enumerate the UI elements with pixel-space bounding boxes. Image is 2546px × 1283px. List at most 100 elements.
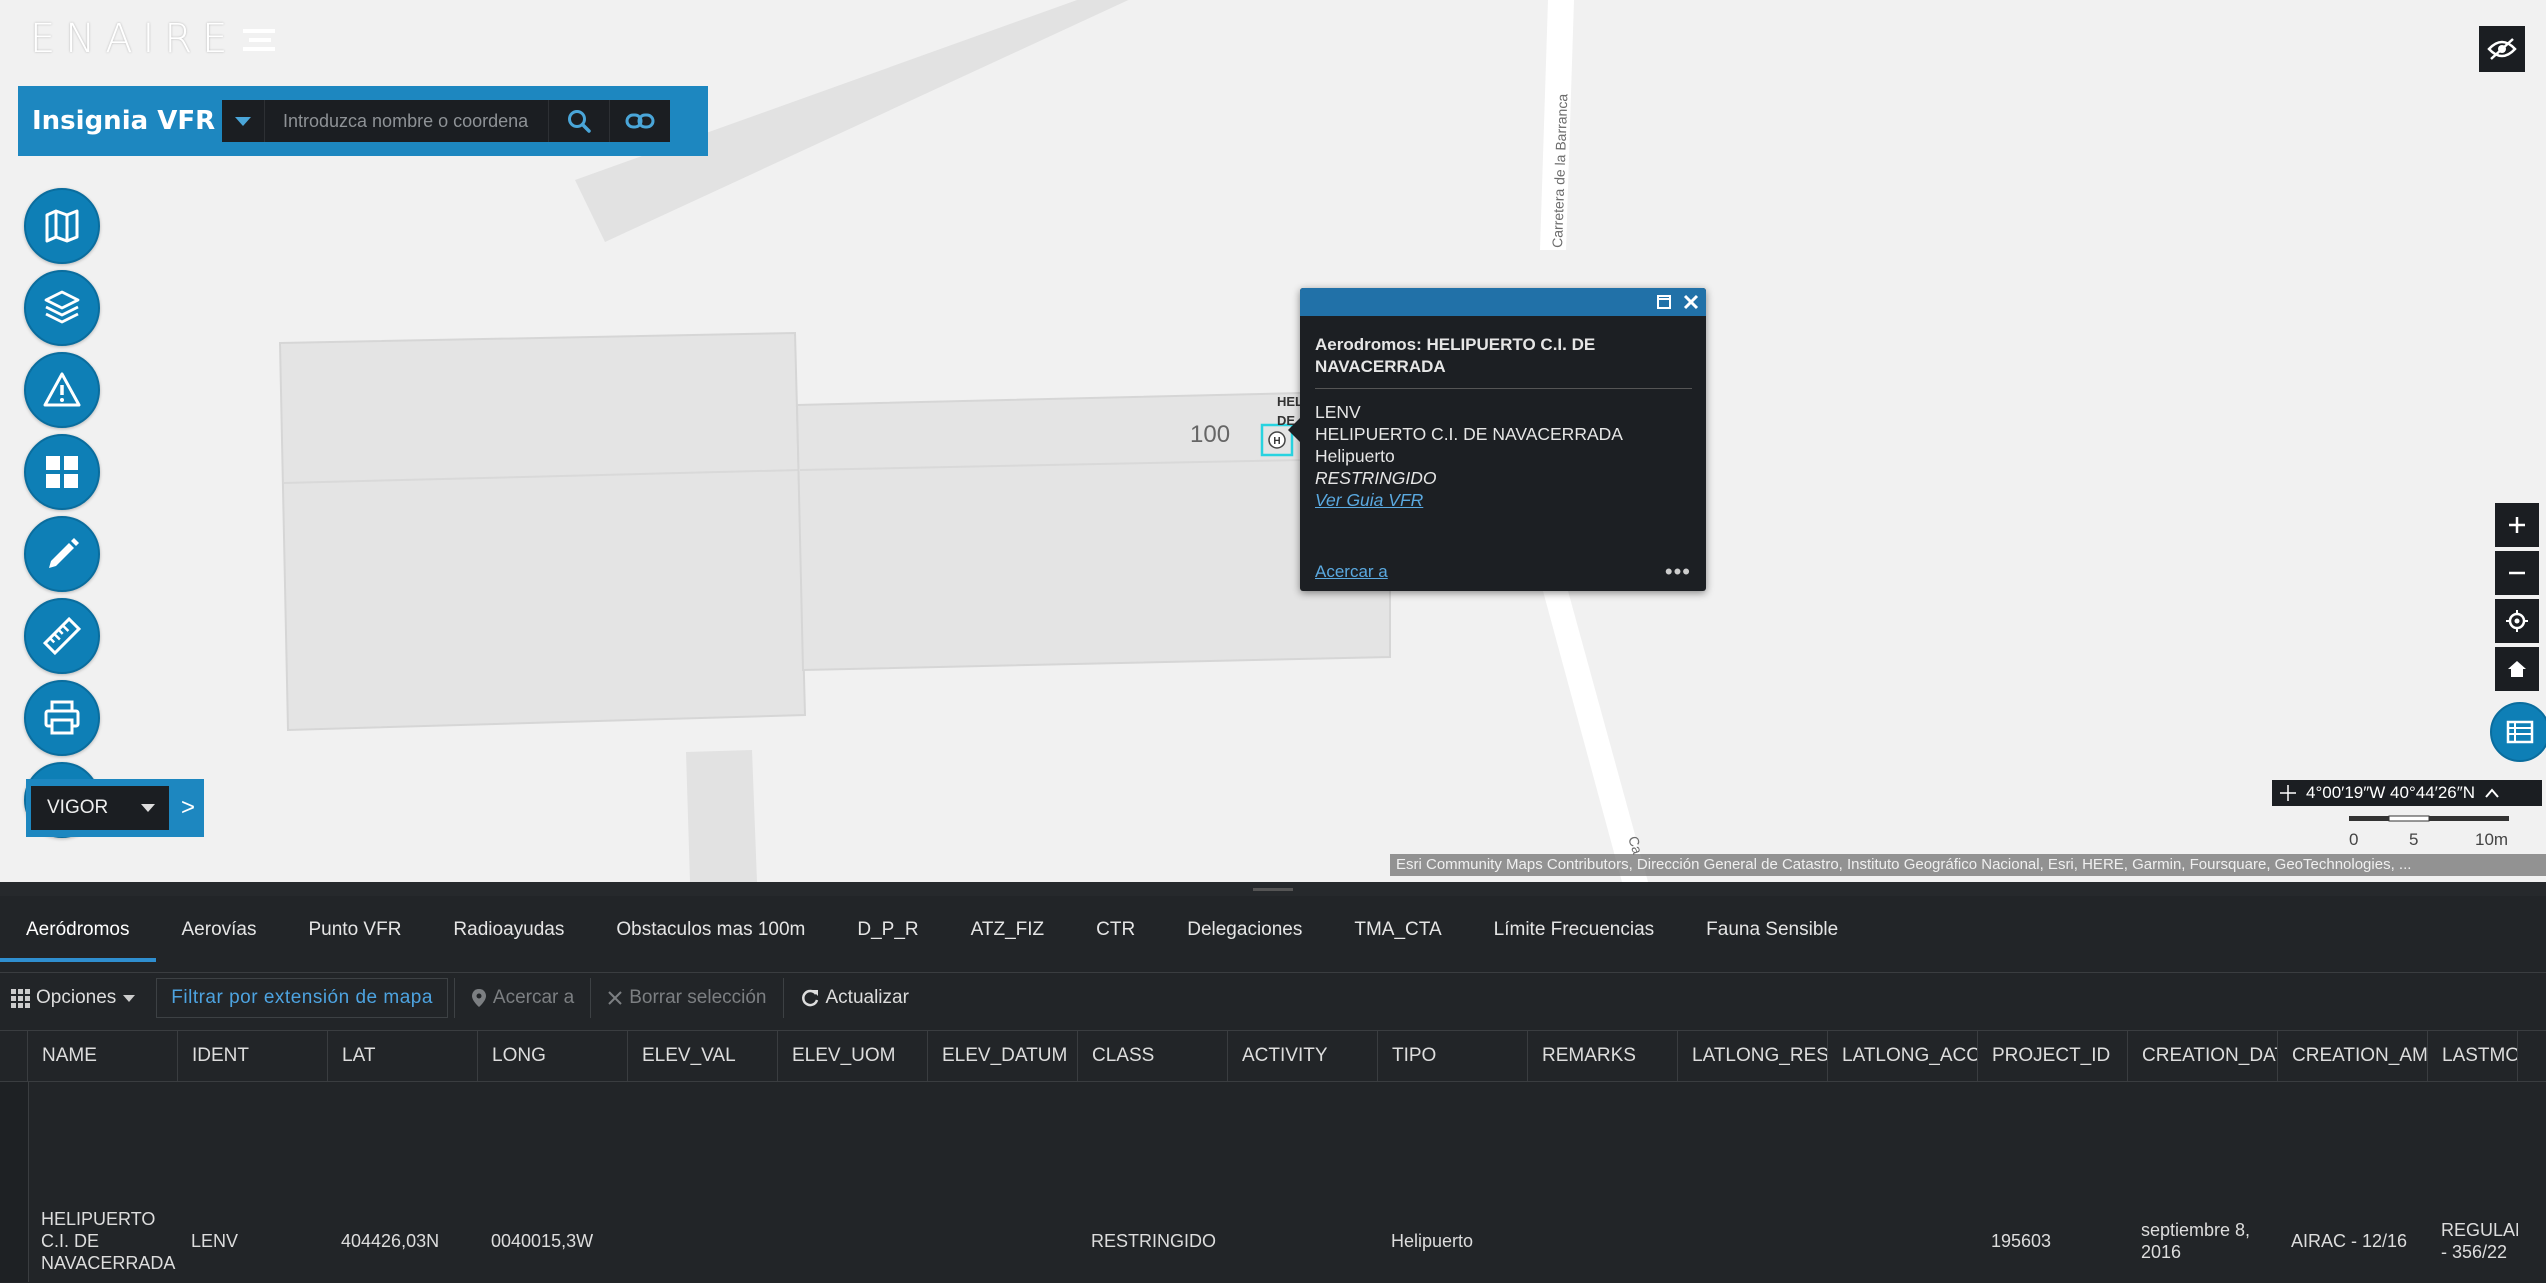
locate-icon xyxy=(2506,610,2528,632)
notam-tool-button[interactable] xyxy=(24,352,100,428)
options-menu[interactable]: Opciones xyxy=(0,979,146,1017)
toggle-visibility-button[interactable] xyxy=(2479,26,2525,72)
column-header-elev-val[interactable]: ELEV_VAL xyxy=(628,1031,778,1081)
column-header-creation-am[interactable]: CREATION_AM xyxy=(2278,1031,2428,1081)
tab-aer-dromos[interactable]: Aeródromos xyxy=(0,914,156,962)
table-toolbar: Opciones Filtrar por extensión de mapa A… xyxy=(0,972,2546,1023)
vigor-panel: VIGOR > xyxy=(26,779,204,837)
column-header-lastmod[interactable]: LASTMOD xyxy=(2428,1031,2518,1081)
layers-tool-button[interactable] xyxy=(24,270,100,346)
popup-ident: LENV xyxy=(1315,402,1361,422)
share-link-button[interactable] xyxy=(609,100,670,142)
table-icon xyxy=(2506,720,2534,744)
filter-by-extent-button[interactable]: Filtrar por extensión de mapa xyxy=(156,978,448,1018)
draw-tool-button[interactable] xyxy=(24,516,100,592)
pencil-icon xyxy=(49,538,79,568)
home-icon xyxy=(2508,661,2526,677)
column-header-tipo[interactable]: TIPO xyxy=(1378,1031,1528,1081)
column-header-latlong-acc[interactable]: LATLONG_ACC xyxy=(1828,1031,1978,1081)
measure-tool-button[interactable] xyxy=(24,598,100,674)
link-icon xyxy=(625,113,655,129)
column-header-name[interactable]: NAME xyxy=(28,1031,178,1081)
cell-project-id: 195603 xyxy=(1991,1231,2052,1251)
maximize-icon[interactable] xyxy=(1656,294,1672,310)
logo-text: ENAIRE xyxy=(30,16,238,62)
clear-selection-label: Borrar selección xyxy=(629,987,767,1008)
zoom-to-link[interactable]: Acercar a xyxy=(1315,562,1388,582)
coordinate-readout[interactable]: 4°00′19″W 40°44′26″N xyxy=(2272,780,2542,806)
cell-elev-val xyxy=(628,1200,778,1282)
zoom-in-button[interactable] xyxy=(2495,503,2539,547)
column-header-latlong-res[interactable]: LATLONG_RES xyxy=(1678,1031,1828,1081)
map-view[interactable]: H HEL DE 100 Carretera de la Barranca Ca… xyxy=(0,0,2546,882)
plus-icon xyxy=(2509,517,2525,533)
column-header-activity[interactable]: ACTIVITY xyxy=(1228,1031,1378,1081)
basemap-tool-button[interactable] xyxy=(24,188,100,264)
grid-body: HELIPUERTO C.I. DE NAVACERRADA LENV 404426… xyxy=(0,1082,2546,1282)
cell-activity xyxy=(1228,1200,1378,1282)
print-tool-button[interactable] xyxy=(24,680,100,756)
column-header-creation-dat[interactable]: CREATION_DAT xyxy=(2128,1031,2278,1081)
search-source-dropdown[interactable] xyxy=(222,100,264,142)
zoom-out-button[interactable] xyxy=(2495,551,2539,595)
map-icon xyxy=(45,209,79,243)
logo-mark-icon xyxy=(243,29,276,51)
feature-popup: Aerodromos: HELIPUERTO C.I. DE NAVACERRA… xyxy=(1288,288,1706,591)
vigor-next-button[interactable]: > xyxy=(181,794,195,822)
search-input[interactable] xyxy=(264,100,548,142)
column-header-lat[interactable]: LAT xyxy=(328,1031,478,1081)
refresh-button[interactable]: Actualizar xyxy=(790,979,919,1017)
search-icon xyxy=(568,110,591,133)
tab-radioayudas[interactable]: Radioayudas xyxy=(427,914,590,958)
tab-delegaciones[interactable]: Delegaciones xyxy=(1161,914,1328,958)
scale-bar: 0 5 10m xyxy=(2345,812,2515,852)
table-row[interactable]: HELIPUERTO C.I. DE NAVACERRADA LENV 404426… xyxy=(0,1200,2518,1282)
popup-type: Helipuerto xyxy=(1315,446,1395,466)
popup-title: Aerodromos: HELIPUERTO C.I. DE NAVACERRA… xyxy=(1315,334,1692,389)
column-header-project-id[interactable]: PROJECT_ID xyxy=(1978,1031,2128,1081)
refresh-icon xyxy=(801,989,818,1007)
elevation-label: 100 xyxy=(1190,421,1230,448)
cell-lat: 404426,03N xyxy=(341,1231,440,1251)
resize-handle[interactable] xyxy=(0,882,2546,896)
attribute-table-button[interactable] xyxy=(2490,702,2546,762)
column-header-elev-uom[interactable]: ELEV_UOM xyxy=(778,1031,928,1081)
coordinate-text: 4°00′19″W 40°44′26″N xyxy=(2306,783,2476,802)
tab-atz-fiz[interactable]: ATZ_FIZ xyxy=(945,914,1071,958)
close-icon[interactable] xyxy=(1682,293,1700,311)
tab-d-p-r[interactable]: D_P_R xyxy=(831,914,944,958)
locate-button[interactable] xyxy=(2495,599,2539,643)
search-button[interactable] xyxy=(548,100,609,142)
column-header-elev-datum[interactable]: ELEV_DATUM xyxy=(928,1031,1078,1081)
search-panel: Insignia VFR xyxy=(18,86,708,156)
chevron-down-icon xyxy=(123,995,136,1002)
column-header-long[interactable]: LONG xyxy=(478,1031,628,1081)
zoom-to-button[interactable]: Acercar a xyxy=(461,979,584,1017)
options-label: Opciones xyxy=(36,987,117,1008)
tab-fauna-sensible[interactable]: Fauna Sensible xyxy=(1680,914,1864,958)
clear-selection-button[interactable]: Borrar selección xyxy=(597,979,776,1017)
tab-punto-vfr[interactable]: Punto VFR xyxy=(282,914,427,958)
vfr-guide-link[interactable]: Ver Guia VFR xyxy=(1315,489,1691,511)
widgets-tool-button[interactable] xyxy=(24,434,100,510)
home-button[interactable] xyxy=(2495,647,2539,691)
column-header-ident[interactable]: IDENT xyxy=(178,1031,328,1081)
cell-latlong-res xyxy=(1678,1200,1828,1282)
column-header-class[interactable]: CLASS xyxy=(1078,1031,1228,1081)
cell-long: 0040015,3W xyxy=(491,1231,594,1251)
vigor-select[interactable]: VIGOR xyxy=(31,786,169,830)
cell-creation-dat: septiembre 8, 2016 xyxy=(2141,1220,2251,1262)
tab-aerov-as[interactable]: Aerovías xyxy=(156,914,283,958)
tab-tma-cta[interactable]: TMA_CTA xyxy=(1328,914,1467,958)
scale-label-2: 10m xyxy=(2475,830,2508,849)
layers-icon xyxy=(44,290,80,324)
vigor-select-value: VIGOR xyxy=(47,797,109,818)
tab-ctr[interactable]: CTR xyxy=(1070,914,1161,958)
more-actions-button[interactable]: ••• xyxy=(1665,559,1691,585)
tab-l-mite-frecuencias[interactable]: Límite Frecuencias xyxy=(1468,914,1681,958)
tab-obstaculos-mas-100m[interactable]: Obstaculos mas 100m xyxy=(590,914,831,958)
cell-elev-uom xyxy=(778,1200,928,1282)
search-title: Insignia VFR xyxy=(32,106,216,136)
close-icon xyxy=(608,991,622,1005)
column-header-remarks[interactable]: REMARKS xyxy=(1528,1031,1678,1081)
